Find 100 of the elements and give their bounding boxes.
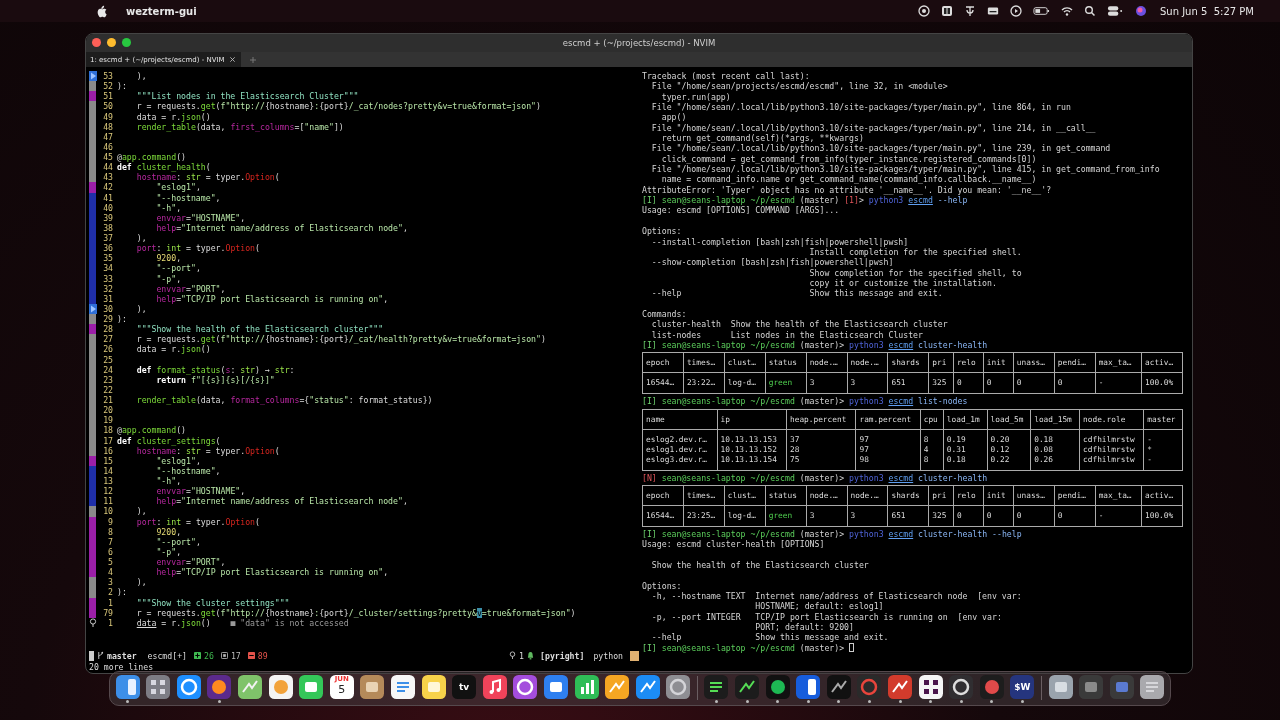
terminal-line: -h, --hostname TEXT Internet name/address of Elasticsearch node [env var:	[650, 591, 1022, 602]
terminal-line: --help Show this message and exit.	[650, 288, 943, 299]
app-icon[interactable]: $W	[1010, 675, 1035, 699]
app-icon[interactable]	[765, 675, 790, 699]
bell-icon	[527, 651, 535, 660]
app-icon[interactable]	[299, 675, 324, 699]
terminal-line: [N] sean@seans-laptop ~/p/escmd (master)> python3 escmd cluster-health	[642, 472, 988, 483]
terminal-line: typer.run(app)	[660, 91, 731, 103]
app-icon[interactable]	[482, 675, 507, 699]
line-number: 32	[102, 283, 114, 294]
code-line: ):	[117, 587, 127, 598]
app-icon[interactable]	[268, 675, 293, 699]
terminal-line: [I] sean@seans-laptop ~/p/escmd (master)> python3 escmd list-nodes	[642, 396, 968, 407]
line-number: 47	[102, 131, 114, 142]
keyboard-icon[interactable]	[986, 5, 999, 17]
line-number: 6	[107, 546, 114, 557]
line-number: 50	[102, 101, 114, 112]
app-icon[interactable]	[176, 675, 201, 699]
code-line: envvar="HOSTNAME",	[155, 486, 246, 497]
file-type: python	[593, 650, 623, 661]
app-icon[interactable]	[796, 675, 821, 699]
toggle-icon[interactable]	[1106, 5, 1124, 17]
terminal-line: File "/home/sean/.local/lib/python3.10/site-packages/typer/main.py", line 214, in __call__	[650, 122, 1096, 134]
position-block	[630, 650, 639, 661]
terminal-line: Traceback (most recent call last):	[642, 71, 810, 82]
app-icon[interactable]	[605, 675, 630, 699]
app-icon[interactable]	[207, 675, 232, 699]
app-icon[interactable]	[360, 675, 385, 699]
app-icon[interactable]	[704, 675, 729, 699]
code-line: 9200,	[155, 253, 182, 264]
app-icon[interactable]	[949, 675, 974, 699]
code-line: ):	[117, 314, 127, 325]
app-icon[interactable]	[115, 675, 140, 699]
line-number: 37	[102, 233, 114, 244]
terminal-line: File "/home/sean/projects/escmd/escmd", line 32, in <module>	[650, 81, 948, 92]
line-number: 41	[102, 192, 114, 203]
app-icon[interactable]	[826, 675, 851, 699]
grid-icon[interactable]	[940, 5, 953, 17]
code-line: hostname: str = typer.Option(	[135, 172, 280, 183]
app-icon[interactable]	[635, 675, 660, 699]
diagnostic-count: 1	[519, 650, 525, 661]
search-icon[interactable]	[1083, 5, 1096, 17]
app-icon[interactable]	[888, 675, 913, 699]
terminal-line: PORT; default: 9200]	[754, 622, 854, 633]
pin-icon[interactable]	[963, 5, 976, 17]
app-icon[interactable]	[513, 675, 538, 699]
line-number: 11	[102, 496, 114, 507]
terminal-line: File "/home/sean/.local/lib/python3.10/site-packages/typer/main.py", line 415, in get_command_from_info	[650, 164, 1160, 175]
terminal-line: Usage: escmd [OPTIONS] COMMAND [ARGS]...	[642, 205, 840, 216]
line-number: 16	[102, 445, 114, 456]
line-number: 79	[102, 607, 114, 618]
battery-icon[interactable]	[1032, 5, 1050, 17]
wifi-icon[interactable]	[1060, 5, 1073, 17]
app-icon[interactable]	[238, 675, 262, 699]
terminal-line: -p, --port INTEGER TCP/IP port Elasticsearch is running on [env var:	[650, 611, 1002, 623]
terminal-line: Show the health of the Elasticsearch cluster	[650, 560, 869, 571]
window-title: escmd + (~/projects/escmd) - NVIM	[562, 38, 716, 48]
added-count: 26	[204, 650, 214, 661]
app-icon[interactable]	[390, 675, 415, 699]
code-line: def cluster_settings(	[117, 435, 221, 446]
close-button[interactable]	[92, 38, 101, 47]
terminal-line: cluster-health Show the health of the Elasticsearch cluster	[650, 319, 948, 330]
code-line: help="TCP/IP port Elasticsearch is running on",	[155, 293, 389, 304]
app-icon[interactable]	[918, 675, 943, 699]
square-icon	[220, 652, 228, 659]
apple-icon[interactable]	[96, 4, 107, 18]
terminal-line: --show-completion [bash|zsh|fish|powershell|pwsh]	[650, 257, 894, 268]
terminal-line: Options:	[642, 226, 682, 237]
code-line: hostname: str = typer.Option(	[135, 445, 280, 456]
orb-icon[interactable]	[1134, 5, 1147, 17]
code-line: envvar="PORT",	[155, 283, 226, 294]
app-icon[interactable]: tv	[452, 675, 477, 699]
lightbulb-icon	[509, 651, 517, 660]
minimize-button[interactable]	[107, 38, 116, 47]
terminal-line: app()	[660, 112, 687, 123]
app-icon[interactable]	[1048, 675, 1073, 699]
app-icon[interactable]	[543, 675, 568, 699]
zoom-button[interactable]	[122, 38, 131, 47]
line-number: 33	[102, 273, 114, 284]
close-icon[interactable]	[228, 56, 236, 63]
app-icon[interactable]	[421, 675, 446, 699]
play-icon[interactable]	[1009, 5, 1022, 17]
app-icon[interactable]	[1140, 675, 1165, 699]
line-number: 17	[102, 435, 114, 446]
app-icon[interactable]	[666, 675, 691, 699]
app-name[interactable]: wezterm-gui	[126, 5, 197, 17]
line-number: 18	[102, 425, 114, 436]
line-number: 19	[102, 415, 114, 426]
code-line: envvar="HOSTNAME",	[155, 212, 246, 223]
line-number: 8	[107, 526, 114, 537]
code-line: "--hostname",	[155, 192, 221, 203]
app-icon[interactable]	[146, 675, 171, 699]
line-number: 24	[102, 364, 114, 375]
app-icon[interactable]	[574, 675, 599, 699]
code-line: ),	[135, 71, 147, 82]
code-line: ):	[117, 81, 127, 92]
app-icon[interactable]	[735, 675, 760, 699]
circle-icon[interactable]	[917, 5, 930, 17]
code-line: return f"[{s}]{s}[/{s}]"	[155, 374, 275, 385]
branch-icon	[97, 651, 104, 660]
